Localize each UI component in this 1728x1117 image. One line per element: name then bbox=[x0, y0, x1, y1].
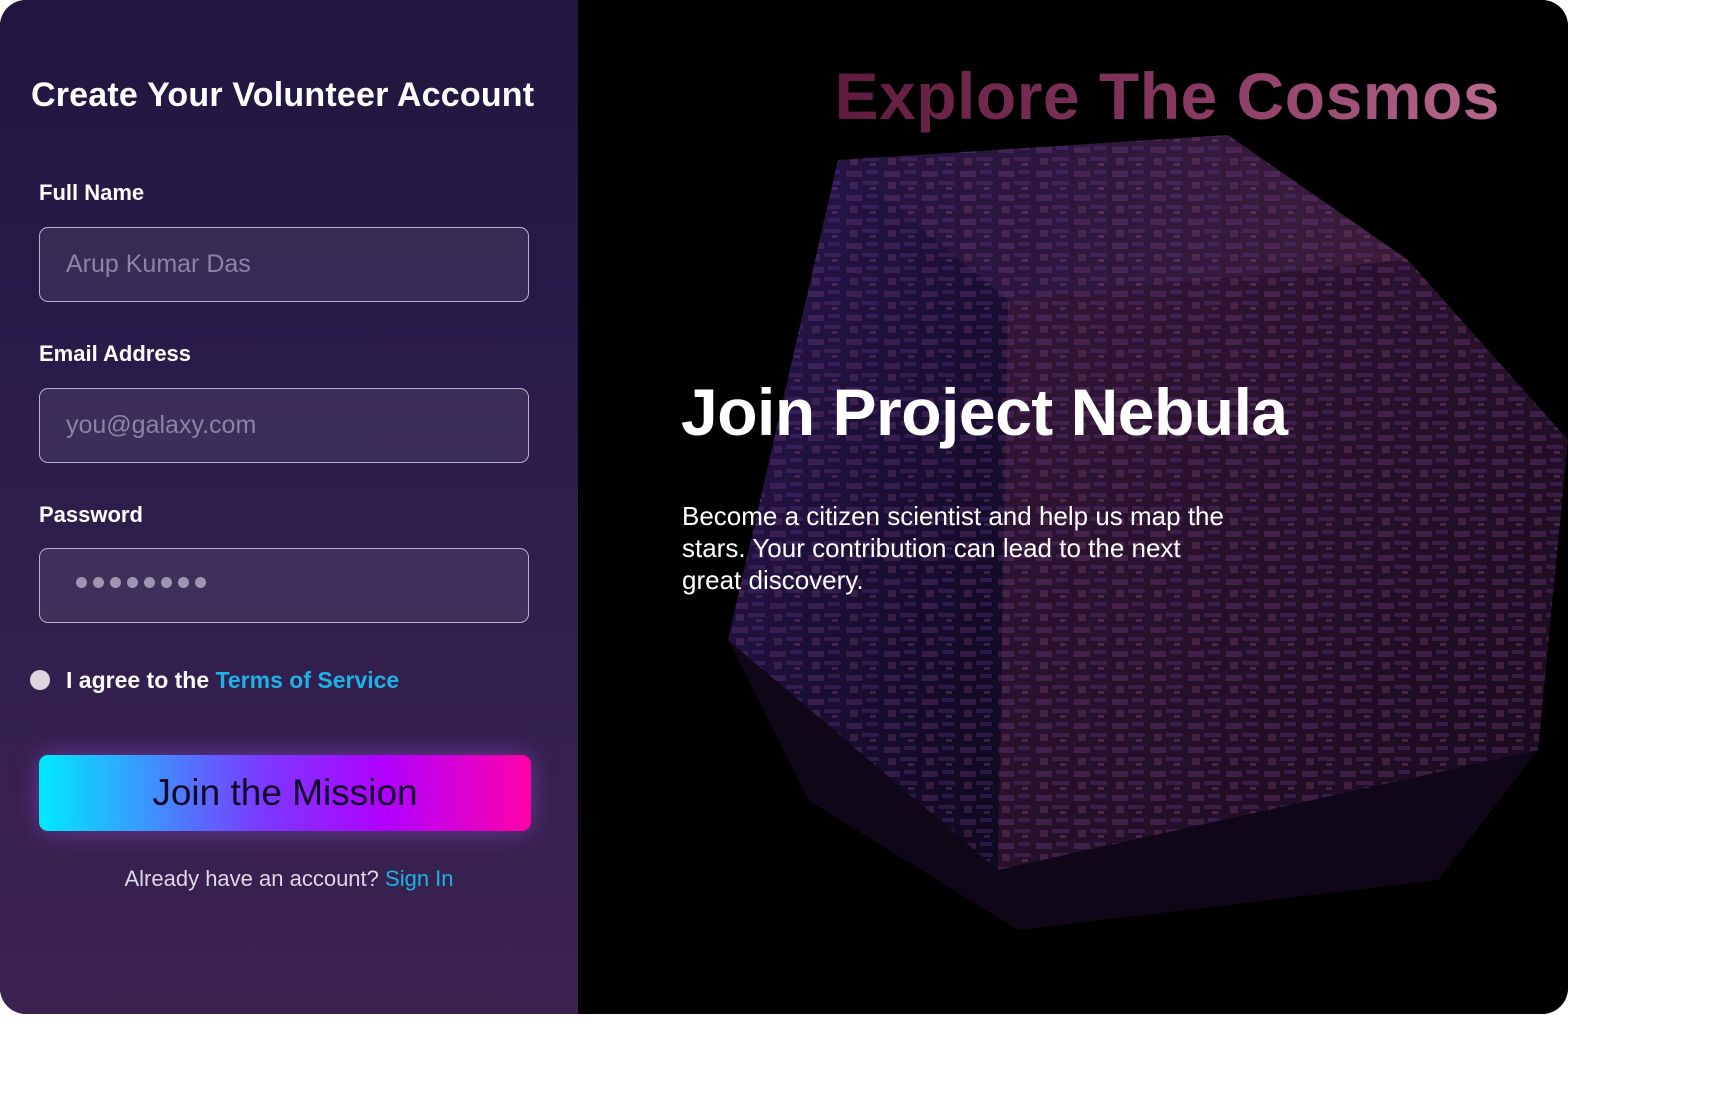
terms-of-service-link[interactable]: Terms of Service bbox=[216, 667, 400, 693]
password-dot bbox=[161, 577, 172, 588]
password-dot bbox=[144, 577, 155, 588]
password-dot bbox=[93, 577, 104, 588]
password-label: Password bbox=[39, 502, 143, 527]
hero-description: Become a citizen scientist and help us m… bbox=[682, 501, 1224, 595]
join-mission-button[interactable]: Join the Mission bbox=[39, 755, 531, 831]
terms-text: I agree to the Terms of Service bbox=[66, 667, 399, 694]
password-mask bbox=[76, 577, 206, 588]
signup-card: Create Your Volunteer Account Full Name … bbox=[0, 0, 1568, 1014]
signin-prefix: Already have an account? bbox=[124, 866, 379, 891]
email-label: Email Address bbox=[39, 341, 192, 366]
email-input[interactable] bbox=[40, 389, 528, 462]
password-dot bbox=[178, 577, 189, 588]
password-dot bbox=[76, 577, 87, 588]
form-title: Create Your Volunteer Account bbox=[31, 76, 535, 114]
password-input[interactable] bbox=[39, 548, 529, 623]
sign-in-link[interactable]: Sign In bbox=[385, 866, 454, 891]
terms-row: I agree to the Terms of Service bbox=[30, 666, 399, 694]
hero-title: Join Project Nebula bbox=[681, 375, 1288, 449]
password-dot bbox=[110, 577, 121, 588]
hero-brand-heading: Explore The Cosmos bbox=[834, 59, 1500, 133]
email-field-box bbox=[39, 388, 529, 463]
terms-checkbox[interactable] bbox=[30, 670, 50, 690]
full-name-input[interactable] bbox=[40, 228, 528, 301]
full-name-field-box bbox=[39, 227, 529, 302]
password-dot bbox=[195, 577, 206, 588]
hero-panel: Explore The Cosmos Join Project Nebula B… bbox=[578, 0, 1568, 1014]
password-dot bbox=[127, 577, 138, 588]
signup-form-panel: Create Your Volunteer Account Full Name … bbox=[0, 0, 578, 1014]
terms-prefix: I agree to the bbox=[66, 666, 210, 693]
signin-row: Already have an account? Sign In bbox=[0, 866, 578, 892]
full-name-label: Full Name bbox=[39, 180, 145, 205]
